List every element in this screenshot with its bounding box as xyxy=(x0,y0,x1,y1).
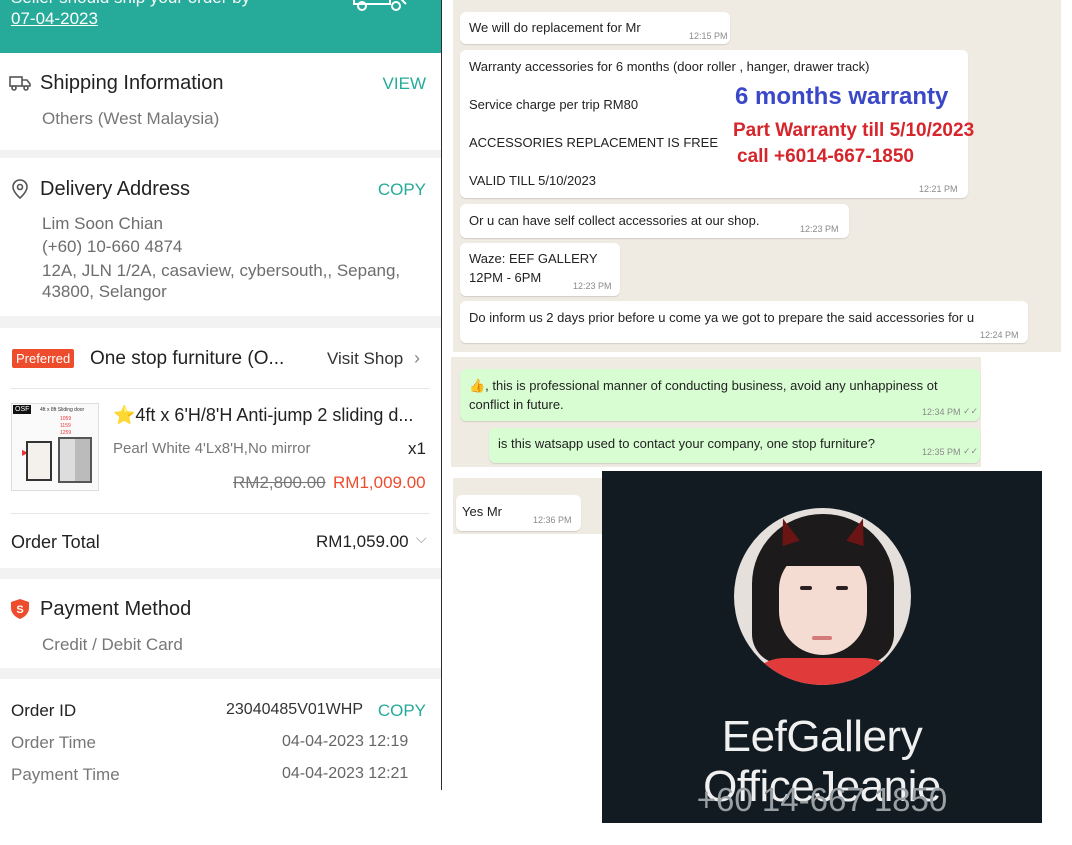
thumb-brand-badge: OSF xyxy=(13,405,32,414)
payment-method-value: Credit / Debit Card xyxy=(42,635,183,654)
message-time: 12:35 PM xyxy=(922,447,961,457)
recipient-name: Lim Soon Chian xyxy=(42,214,163,233)
message-line: VALID TILL 5/10/2023 xyxy=(469,173,596,188)
location-pin-icon xyxy=(12,179,28,200)
message-bubble-received[interactable]: Waze: EEF GALLERY 12PM - 6PM 12:23 PM xyxy=(460,243,620,296)
avatar-eye xyxy=(836,586,848,590)
message-time: 12:15 PM xyxy=(689,31,728,41)
discounted-price: RM1,009.00 xyxy=(333,473,426,492)
divider xyxy=(10,513,430,514)
chat-panel-customer[interactable]: 👍, this is professional manner of conduc… xyxy=(451,357,981,467)
delivery-truck-icon xyxy=(353,0,407,11)
message-time: 12:34 PM xyxy=(922,407,961,417)
message-time: 12:21 PM xyxy=(919,184,958,194)
ship-by-banner: Seller should ship your order by 07-04-2… xyxy=(0,0,441,53)
read-receipt-icon: ✓✓ xyxy=(963,406,979,416)
thumb-price-list: 1159 xyxy=(60,423,71,429)
shipping-method: Others (West Malaysia) xyxy=(42,109,220,128)
thumb-caption: 4ft x 8ft Sliding door xyxy=(40,407,85,413)
thumb-wardrobe-open xyxy=(26,441,52,481)
section-gap xyxy=(0,316,441,328)
message-line: 👍, this is professional manner of conduc… xyxy=(469,378,938,393)
message-time: 12:36 PM xyxy=(533,515,572,525)
preferred-badge: Preferred xyxy=(12,349,75,368)
shield-s-icon: S xyxy=(11,599,29,619)
read-receipt-icon: ✓✓ xyxy=(963,446,979,456)
order-details-panel: Seller should ship your order by 07-04-2… xyxy=(0,0,442,790)
truck-icon xyxy=(9,76,31,91)
message-time: 12:23 PM xyxy=(573,281,612,291)
order-total-value[interactable]: RM1,059.00 xyxy=(316,532,409,552)
recipient-phone: (+60) 10-660 4874 xyxy=(42,237,183,256)
section-gap xyxy=(0,568,441,579)
message-time: 12:23 PM xyxy=(800,224,839,234)
chevron-right-icon: › xyxy=(414,348,420,368)
message-text: is this watsapp used to contact your com… xyxy=(498,436,875,451)
message-bubble-sent[interactable]: is this watsapp used to contact your com… xyxy=(489,428,980,463)
thumb-price-list: 1059 xyxy=(60,416,72,422)
chat-panel-seller[interactable]: We will do replacement for Mr 12:15 PM W… xyxy=(453,0,1061,352)
avatar[interactable] xyxy=(734,508,911,685)
view-shipping-link[interactable]: VIEW xyxy=(383,74,426,94)
svg-text:S: S xyxy=(16,604,23,616)
message-line: Waze: EEF GALLERY xyxy=(469,251,598,266)
message-bubble-sent[interactable]: 👍, this is professional manner of conduc… xyxy=(460,369,980,421)
message-line: conflict in future. xyxy=(469,397,564,412)
message-time: 12:24 PM xyxy=(980,330,1019,340)
order-time-label: Order Time xyxy=(11,733,97,752)
shipping-info-title: Shipping Information xyxy=(40,72,224,94)
message-text: Yes Mr xyxy=(462,504,502,519)
section-gap xyxy=(0,150,441,158)
thumb-wardrobe-closed xyxy=(58,437,92,483)
message-text: Do inform us 2 days prior before u come … xyxy=(469,310,975,325)
product-title[interactable]: ⭐4ft x 6'H/8'H Anti-jump 2 sliding d... xyxy=(113,405,423,426)
original-price: RM2,800.00 xyxy=(233,473,326,492)
order-total-label: Order Total xyxy=(11,532,100,552)
product-thumbnail[interactable]: OSF 4ft x 8ft Sliding door 1059 1159 125… xyxy=(11,403,99,491)
shop-name[interactable]: One stop furniture (O... xyxy=(90,348,308,370)
message-bubble-received[interactable]: Yes Mr 12:36 PM xyxy=(456,495,581,531)
payment-time-label: Payment Time xyxy=(11,765,120,784)
section-gap xyxy=(0,668,441,679)
message-bubble-received[interactable]: Do inform us 2 days prior before u come … xyxy=(460,301,1028,343)
delivery-address-title: Delivery Address xyxy=(40,178,191,200)
order-id-label: Order ID xyxy=(11,701,77,720)
message-line: 12PM - 6PM xyxy=(469,270,542,285)
visit-shop-button[interactable]: Visit Shop xyxy=(327,349,403,369)
message-text: We will do replacement for Mr xyxy=(469,20,641,35)
message-line: ACCESSORIES REPLACEMENT IS FREE xyxy=(469,135,718,150)
message-bubble-received[interactable]: We will do replacement for Mr 12:15 PM xyxy=(460,12,730,44)
order-id-value: 23040485V01WHP xyxy=(226,701,363,718)
address-line-2: 43800, Selangor xyxy=(42,282,167,301)
payment-method-title: Payment Method xyxy=(40,598,192,620)
thumb-price-list: 1259 xyxy=(60,430,72,436)
chevron-down-icon[interactable]: ⌵ xyxy=(416,530,427,547)
call-number-annotation: call +6014-667-1850 xyxy=(737,146,914,167)
ship-by-date[interactable]: 07-04-2023 xyxy=(11,9,98,29)
address-line-1: 12A, JLN 1/2A, casaview, cybersouth,, Se… xyxy=(42,261,401,280)
avatar-shirt xyxy=(744,658,904,685)
message-bubble-received[interactable]: Or u can have self collect accessories a… xyxy=(460,204,849,238)
divider xyxy=(10,388,430,389)
copy-address-button[interactable]: COPY xyxy=(378,180,426,200)
contact-phone[interactable]: +60 14-667 1850 xyxy=(602,781,1042,819)
message-text: Or u can have self collect accessories a… xyxy=(469,213,760,228)
part-warranty-annotation: Part Warranty till 5/10/2023 xyxy=(733,120,975,141)
warranty-annotation: 6 months warranty xyxy=(735,83,949,110)
chat-panel-reply[interactable]: Yes Mr 12:36 PM xyxy=(453,478,603,534)
ship-by-text: Seller should ship your order by xyxy=(11,0,250,8)
product-variant: Pearl White 4'Lx8'H,No mirror xyxy=(113,440,311,457)
avatar-eye xyxy=(800,586,812,590)
payment-time-value: 04-04-2023 12:21 xyxy=(282,765,409,782)
copy-order-id-button[interactable]: COPY xyxy=(378,701,426,721)
contact-profile-card: EefGallery OfficeJeanie +60 14-667 1850 xyxy=(602,471,1042,823)
message-line: Service charge per trip RM80 xyxy=(469,97,639,112)
order-time-value: 04-04-2023 12:19 xyxy=(282,733,409,750)
avatar-mouth xyxy=(812,636,832,640)
message-line: Warranty accessories for 6 months (door … xyxy=(469,59,870,74)
product-quantity: x1 xyxy=(408,439,426,458)
